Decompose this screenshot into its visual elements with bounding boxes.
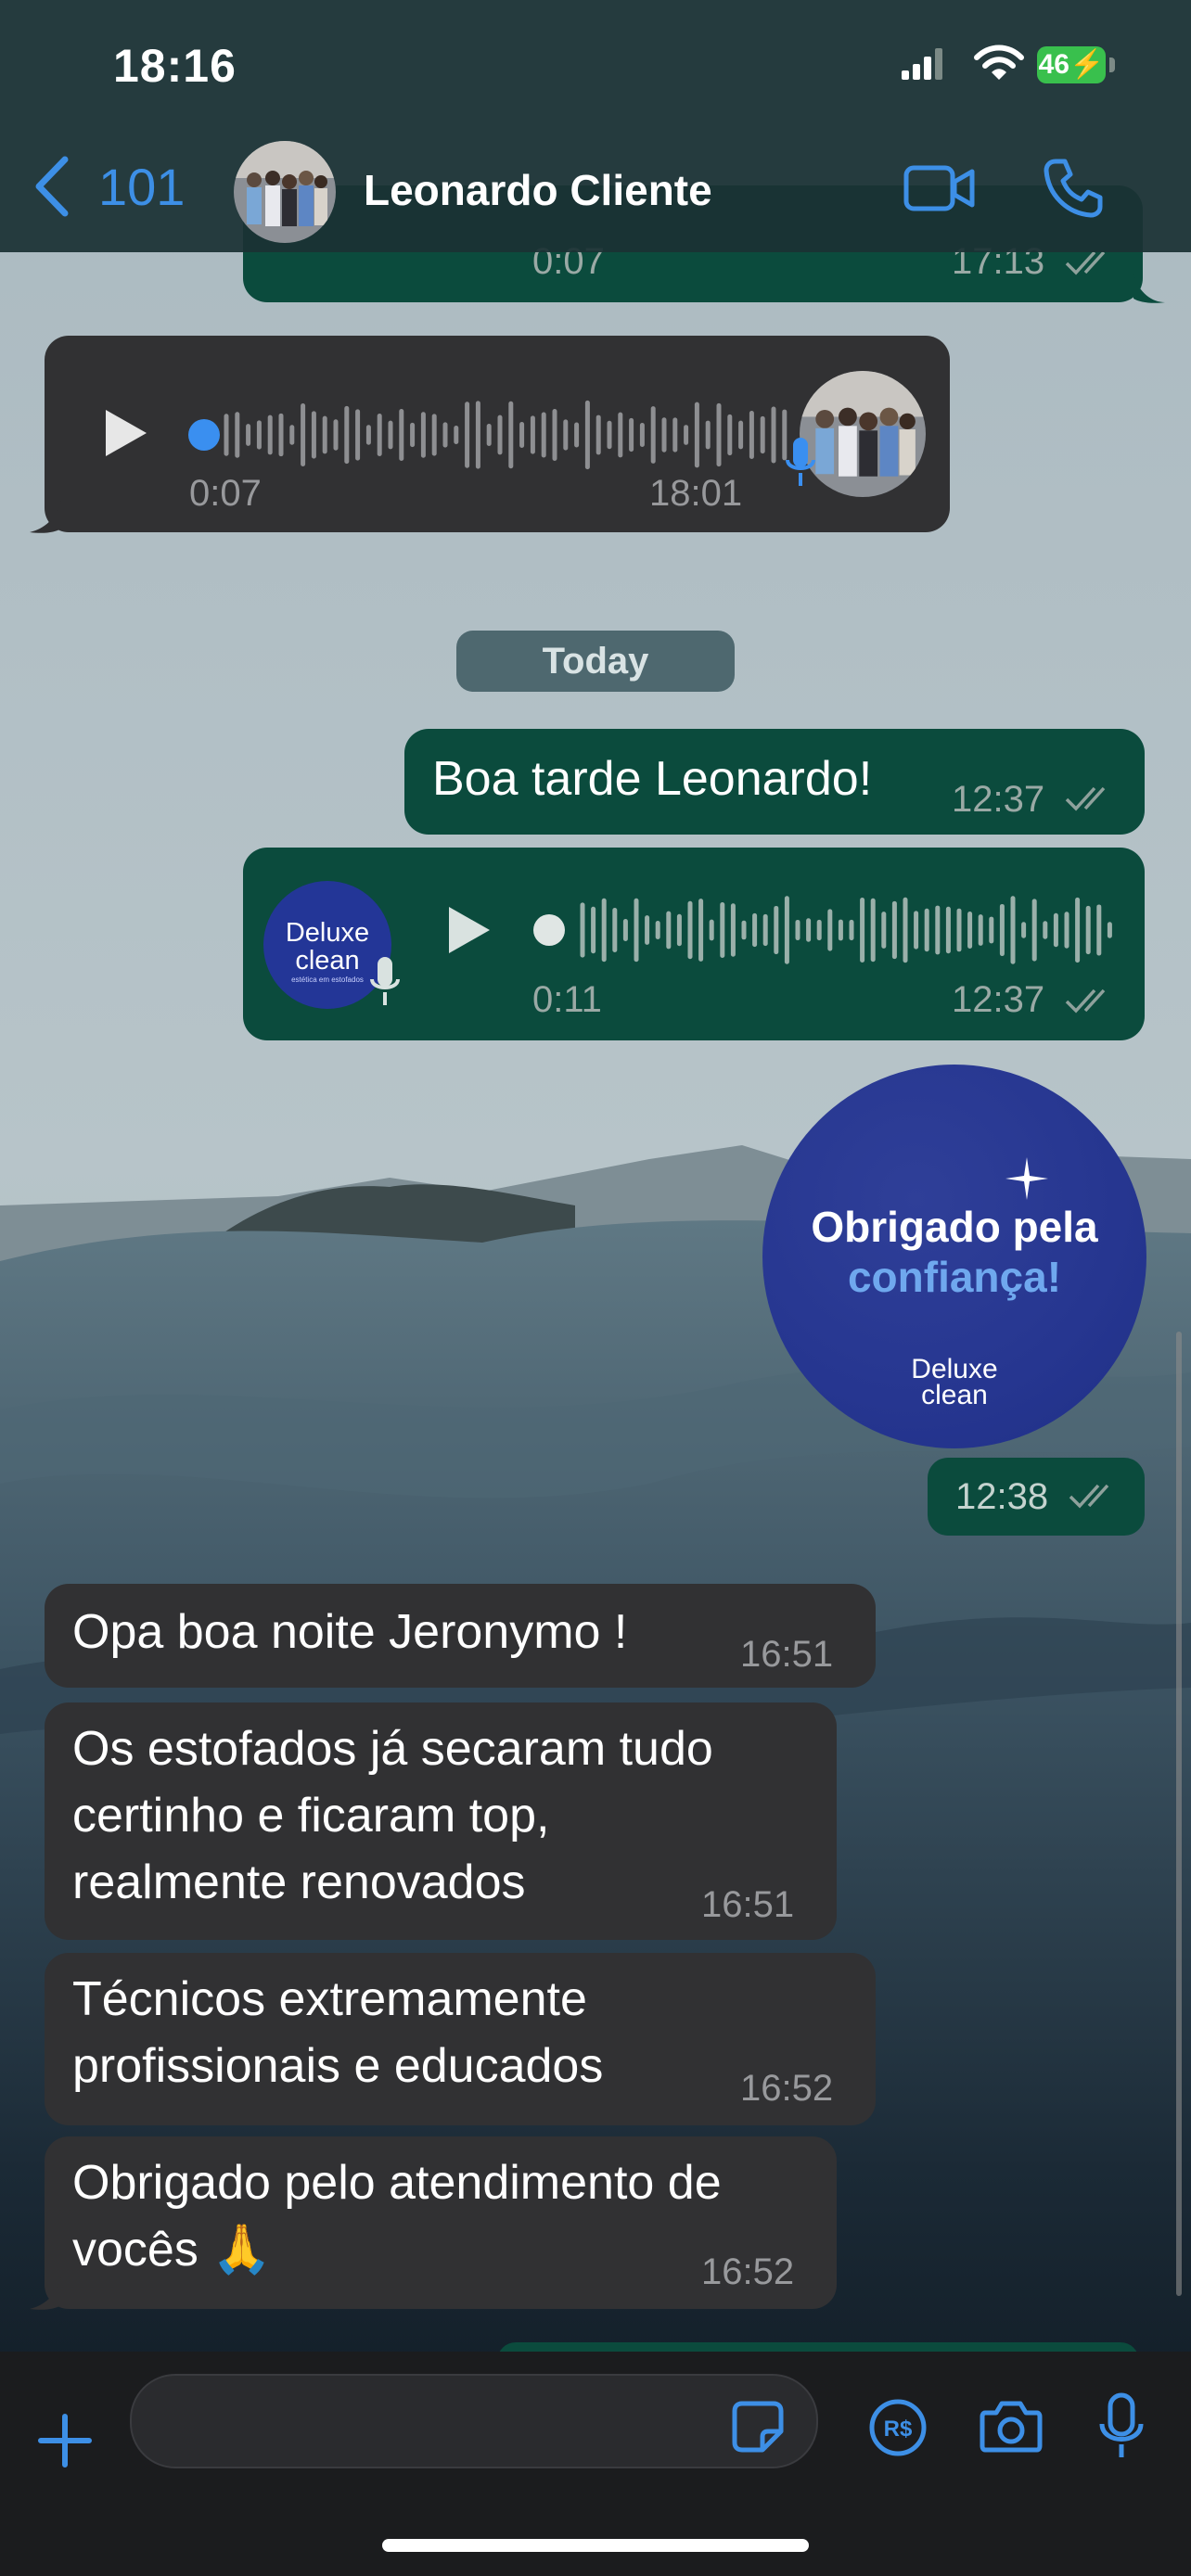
phone-icon <box>1044 159 1103 218</box>
wifi-icon <box>974 45 1024 80</box>
status-bar: 18:16 46⚡ <box>0 0 1191 130</box>
message-text: Os estofados já secaram tudo <box>72 1722 713 1776</box>
play-icon[interactable] <box>445 905 492 955</box>
contact-name[interactable]: Leonardo Cliente <box>364 165 712 215</box>
message-text: Obrigado pelo atendimento de <box>72 2156 722 2210</box>
audio-waveform[interactable] <box>186 393 798 477</box>
read-receipt-icon <box>1069 1484 1109 1509</box>
microphone-icon <box>370 957 400 1005</box>
sticker-icon[interactable] <box>731 2400 785 2454</box>
message-text: Opa boa noite Jeronymo ! <box>72 1605 628 1659</box>
sender-avatar <box>800 371 926 497</box>
message-time: 12:37 <box>952 779 1045 820</box>
back-button[interactable]: 101 <box>33 156 185 217</box>
bubble-tail <box>30 501 61 533</box>
message-time: 18:01 <box>649 473 743 514</box>
incoming-text-message[interactable]: Obrigado pelo atendimento de vocês 🙏 16:… <box>45 2136 837 2309</box>
message-time: 12:38 <box>955 1476 1049 1517</box>
message-time: 16:52 <box>701 2251 795 2292</box>
video-call-button[interactable] <box>903 163 976 218</box>
message-text: certinho e ficaram top, <box>72 1789 550 1843</box>
contact-avatar[interactable] <box>234 141 336 243</box>
sticker-subtitle: confiança! <box>847 1253 1062 1301</box>
bubble-tail <box>1133 274 1165 303</box>
home-indicator[interactable] <box>382 2539 809 2552</box>
message-text: Técnicos extremamente <box>72 1972 587 2026</box>
incoming-text-message[interactable]: Opa boa noite Jeronymo ! 16:51 <box>45 1584 876 1688</box>
svg-text:R$: R$ <box>884 2417 913 2442</box>
message-text: vocês 🙏 <box>72 2223 273 2276</box>
battery-tip <box>1109 57 1115 72</box>
unread-count: 101 <box>98 157 186 216</box>
plus-icon[interactable] <box>37 2413 93 2468</box>
thank-you-sticker[interactable]: Obrigado pela confiança! Deluxe clean <box>762 1065 1146 1448</box>
scrollbar[interactable] <box>1176 1332 1182 2296</box>
incoming-audio-message[interactable]: 0:07 18:01 <box>45 336 950 532</box>
outgoing-audio-message[interactable]: Deluxe clean estética em estofados 0:11 … <box>243 848 1145 1040</box>
payment-icon[interactable]: R$ <box>868 2398 928 2457</box>
group-photo-icon <box>800 371 926 497</box>
clock: 18:16 <box>113 40 237 92</box>
message-time: 12:37 <box>952 979 1045 1020</box>
message-time: 16:51 <box>701 1884 795 1925</box>
bubble-tail <box>30 2277 61 2310</box>
cellular-signal-icon <box>902 48 942 80</box>
sticker-timestamp: 12:38 <box>928 1458 1145 1536</box>
sticker-brand: clean <box>921 1380 988 1410</box>
incoming-text-message[interactable]: Técnicos extremamente profissionais e ed… <box>45 1953 876 2125</box>
video-camera-icon <box>903 165 975 211</box>
chevron-left-icon <box>35 156 69 217</box>
message-text: realmente renovados <box>72 1855 526 1909</box>
audio-duration: 0:11 <box>532 979 602 1020</box>
sticker-title: Obrigado pela <box>811 1203 1098 1251</box>
voice-call-button[interactable] <box>1043 158 1104 223</box>
read-receipt-icon <box>1065 786 1106 811</box>
sparkle-icon <box>1005 1157 1048 1200</box>
message-text: profissionais e educados <box>72 2039 604 2093</box>
audio-duration: 0:07 <box>189 473 262 514</box>
microphone-icon[interactable] <box>1098 2392 1145 2459</box>
microphone-icon <box>786 438 815 486</box>
audio-waveform[interactable] <box>523 888 1117 972</box>
message-time: 16:52 <box>740 2068 834 2109</box>
date-divider: Today <box>456 631 735 692</box>
camera-icon[interactable] <box>980 2398 1043 2454</box>
outgoing-text-message[interactable]: Boa tarde Leonardo! 12:37 <box>404 729 1145 835</box>
read-receipt-icon <box>1065 988 1106 1014</box>
message-text: Boa tarde Leonardo! <box>432 752 873 806</box>
play-icon[interactable] <box>102 408 148 458</box>
message-input[interactable] <box>130 2374 818 2468</box>
group-photo-icon <box>234 141 336 243</box>
message-time: 16:51 <box>740 1634 834 1675</box>
incoming-text-message[interactable]: Os estofados já secaram tudo certinho e … <box>45 1702 837 1940</box>
battery-indicator: 46⚡ <box>1037 46 1106 83</box>
